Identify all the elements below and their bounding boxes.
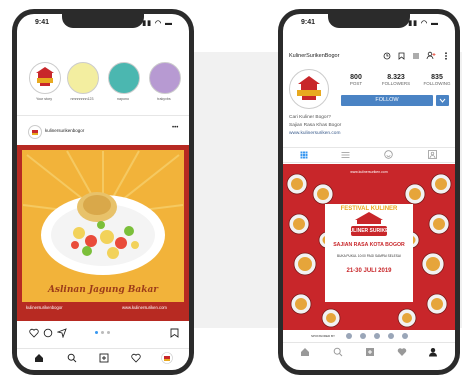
profile-icon[interactable]	[428, 347, 438, 357]
bookmark-icon[interactable]	[170, 328, 179, 338]
share-icon[interactable]	[57, 328, 67, 338]
story-avatar-own[interactable]	[29, 62, 61, 94]
suriken-logo	[297, 76, 321, 100]
add-icon[interactable]	[365, 347, 375, 357]
story-avatar[interactable]	[108, 62, 140, 94]
stories-row[interactable]: Your story nmnnnnnn123 napono trakyvbs	[17, 52, 189, 110]
follow-button[interactable]: FOLLOW	[341, 95, 433, 106]
bio-line: Cari Kuliner Bogor?	[289, 115, 331, 120]
bio-line: Sajian Rasa Khas Bogor	[289, 123, 342, 128]
tagged-icon[interactable]	[428, 150, 437, 159]
right-phone: 9:41 ▮▮ ◠ ▬ KulinerSurikenBogor 800 POST…	[278, 9, 460, 375]
profile-username: KulinerSurikenBogor	[289, 53, 340, 59]
post-image[interactable]: Aslinan Jagung Bakar kulinersurikenbogor…	[17, 145, 189, 321]
bio-link[interactable]: www.kulinersuriken.com	[289, 131, 340, 136]
post-footer-right: www.kulinersuriken.com	[122, 305, 167, 310]
profile-avatar[interactable]	[289, 69, 329, 109]
profile-icon[interactable]	[161, 352, 173, 364]
poster-dates: 21-30 JULI 2019	[346, 268, 392, 274]
profile-screen: 9:41 ▮▮ ◠ ▬ KulinerSurikenBogor 800 POST…	[283, 14, 455, 370]
home-icon[interactable]	[34, 353, 44, 363]
more-options-icon[interactable]	[444, 52, 448, 60]
poster-sponsors: SPONSORED BY	[311, 334, 336, 338]
profile-tabs	[283, 147, 455, 163]
signal-icon: ▮▮ ◠ ▬	[408, 20, 439, 27]
stat-posts[interactable]: 800 POST	[341, 74, 371, 86]
left-phone: 9:41 ▮▮ ◠ ▬ Your story nmnnnnnn123 napon…	[12, 9, 194, 375]
heart-icon[interactable]	[131, 353, 141, 363]
post-footer-left: kulinersurikenbogor	[26, 305, 63, 310]
status-time: 9:41	[35, 19, 50, 26]
stat-followers[interactable]: 8.323 FOLLOWERS	[376, 74, 416, 86]
story-label: trakyvbs	[157, 97, 171, 101]
signal-icon: ▮▮ ◠ ▬	[142, 20, 173, 27]
bottom-nav	[283, 342, 455, 361]
story-avatar[interactable]	[67, 62, 99, 94]
stat-label: FOLLOWERS	[381, 81, 411, 86]
history-icon[interactable]	[383, 52, 391, 60]
post-avatar[interactable]	[28, 125, 42, 139]
add-user-icon[interactable]	[426, 51, 436, 60]
stat-label: POST	[349, 81, 363, 86]
more-options-icon[interactable]: •••	[172, 125, 178, 131]
follow-dropdown-button[interactable]	[436, 95, 449, 106]
stat-following[interactable]: 835 FOLLOWING	[419, 74, 455, 86]
notch	[328, 14, 410, 28]
poster-line3: BUKA PUKUL 10:00 PAGI SAMPAI SELESAI	[337, 254, 401, 258]
search-icon[interactable]	[333, 347, 343, 357]
poster-line1: FESTIVAL KULINER	[340, 206, 398, 212]
chevron-down-icon	[439, 98, 446, 103]
story-avatar[interactable]	[149, 62, 181, 94]
notch	[62, 14, 144, 28]
feed-screen: 9:41 ▮▮ ◠ ▬ Your story nmnnnnnn123 napon…	[17, 14, 189, 370]
post-title: Aslinan Jagung Bakar	[47, 285, 159, 295]
story-label: napono	[117, 97, 129, 101]
list-icon[interactable]	[341, 151, 350, 159]
festival-poster	[283, 173, 455, 342]
poster-image[interactable]: www.kulinersuriken.com FESTIVAL KULINER …	[283, 164, 455, 342]
poster-brand: KULINER SURIKEN	[345, 228, 393, 234]
bottom-nav	[17, 348, 189, 367]
story-label: Your story	[35, 97, 53, 101]
story-label: nmnnnnnn123	[70, 97, 94, 101]
post-username[interactable]: kulinersurikenbogor	[45, 128, 84, 133]
divider	[17, 115, 189, 116]
comment-icon[interactable]	[43, 328, 53, 338]
stat-value: 800	[350, 74, 362, 81]
stat-value: 8.323	[387, 74, 405, 81]
stat-value: 835	[431, 74, 443, 81]
list-icon[interactable]	[412, 52, 420, 60]
smile-icon[interactable]	[384, 150, 393, 159]
suriken-logo	[32, 130, 38, 135]
grid-icon[interactable]	[300, 151, 308, 159]
suriken-logo	[36, 67, 54, 86]
stat-label: FOLLOWING	[423, 81, 451, 86]
carousel-dots	[95, 331, 111, 334]
heart-icon[interactable]	[397, 347, 407, 357]
status-time: 9:41	[301, 19, 316, 26]
post-actions	[17, 325, 189, 341]
add-icon[interactable]	[99, 353, 109, 363]
bookmark-icon[interactable]	[398, 52, 405, 60]
poster-line2: SAJIAN RASA KOTA BOGOR	[333, 242, 405, 248]
home-icon[interactable]	[300, 347, 310, 357]
heart-icon[interactable]	[29, 328, 39, 338]
poster-top-text: www.kulinersuriken.com	[350, 170, 388, 174]
search-icon[interactable]	[67, 353, 77, 363]
